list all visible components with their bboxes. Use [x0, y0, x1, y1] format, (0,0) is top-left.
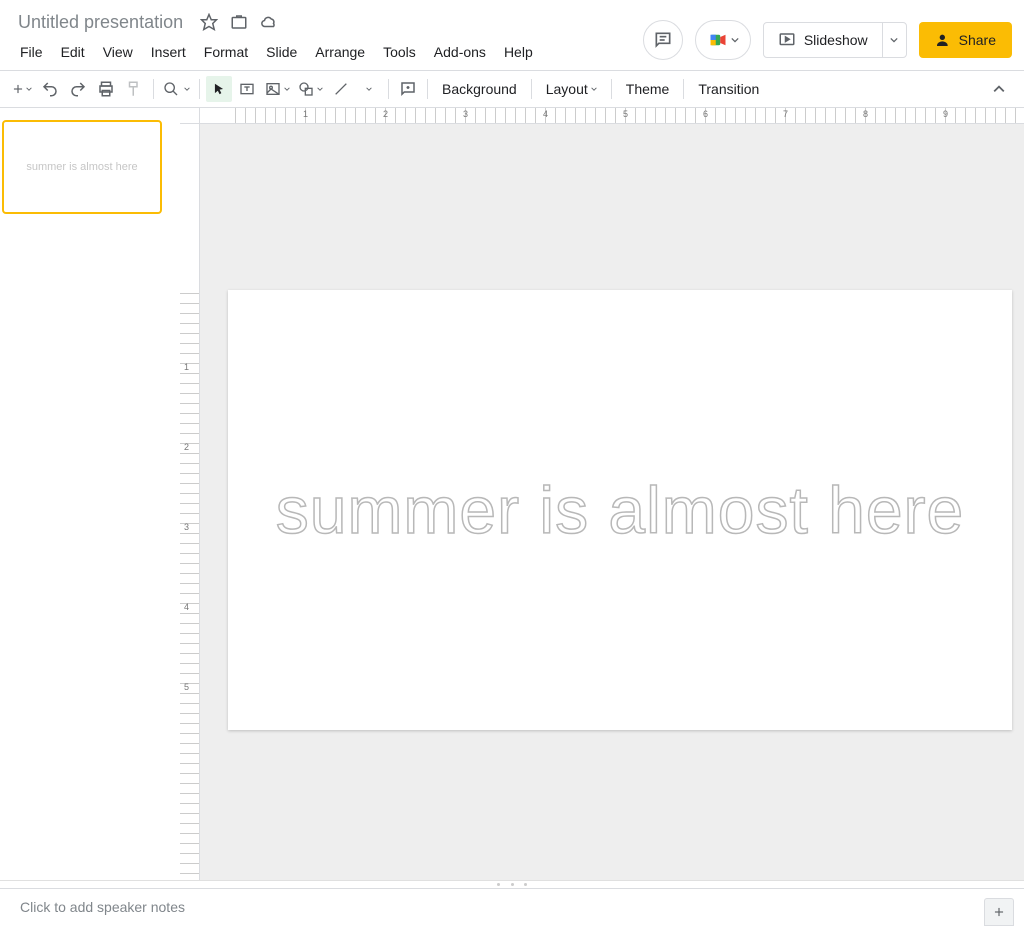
header: Untitled presentation File Edit View Ins…: [0, 0, 1024, 70]
toolbar-separator: [427, 79, 428, 99]
menu-file[interactable]: File: [12, 40, 51, 64]
theme-button[interactable]: Theme: [618, 81, 678, 97]
slideshow-button[interactable]: Slideshow: [764, 23, 882, 57]
comments-button[interactable]: [643, 20, 683, 60]
new-slide-button[interactable]: [8, 76, 35, 102]
toolbar-separator: [531, 79, 532, 99]
meet-button[interactable]: [695, 20, 751, 60]
collapse-toolbar-button[interactable]: [986, 76, 1012, 102]
ruler-h-number: 1: [303, 109, 308, 119]
menu-insert[interactable]: Insert: [143, 40, 194, 64]
menu-edit[interactable]: Edit: [53, 40, 93, 64]
menu-format[interactable]: Format: [196, 40, 256, 64]
header-right: Slideshow Share: [643, 8, 1012, 60]
header-left: Untitled presentation File Edit View Ins…: [12, 8, 541, 70]
toolbar-separator: [683, 79, 684, 99]
toolbar: Background Layout Theme Transition: [0, 70, 1024, 108]
move-icon[interactable]: [229, 12, 249, 32]
ruler-h-number: 8: [863, 109, 868, 119]
slide-thumbnail-1[interactable]: summer is almost here: [2, 120, 162, 214]
menu-arrange[interactable]: Arrange: [307, 40, 373, 64]
slide-canvas[interactable]: summer is almost here: [228, 290, 1012, 730]
star-icon[interactable]: [199, 12, 219, 32]
line-tool[interactable]: [328, 76, 354, 102]
toolbar-separator: [153, 79, 154, 99]
ruler-h-number: 7: [783, 109, 788, 119]
speaker-notes[interactable]: Click to add speaker notes: [0, 888, 1024, 932]
select-tool[interactable]: [206, 76, 232, 102]
undo-button[interactable]: [37, 76, 63, 102]
ruler-h-number: 9: [943, 109, 948, 119]
shape-tool[interactable]: [295, 76, 326, 102]
chevron-down-icon: [890, 36, 898, 44]
ruler-h-number: 5: [623, 109, 628, 119]
workspace: summer is almost here 1 2 3 4 5 6 7 8 9 …: [0, 108, 1024, 880]
cloud-status-icon[interactable]: [259, 12, 279, 32]
comment-tool[interactable]: [395, 76, 421, 102]
bottom-bar: [0, 932, 1024, 936]
filmstrip[interactable]: summer is almost here: [0, 108, 180, 880]
transition-button[interactable]: Transition: [690, 81, 767, 97]
toolbar-separator: [199, 79, 200, 99]
explore-button[interactable]: [984, 898, 1014, 926]
toolbar-separator: [611, 79, 612, 99]
image-tool[interactable]: [262, 76, 293, 102]
ruler-v-number: 4: [184, 602, 189, 612]
slide-area[interactable]: summer is almost here: [200, 124, 1024, 880]
background-button[interactable]: Background: [434, 81, 525, 97]
chevron-down-icon: [731, 36, 739, 44]
toolbar-separator: [388, 79, 389, 99]
slideshow-dropdown[interactable]: [882, 23, 906, 57]
notes-resize-handle[interactable]: [0, 880, 1024, 888]
canvas-body: 1 2 3 4 5 summer is almost here: [180, 124, 1024, 880]
ruler-h-number: 2: [383, 109, 388, 119]
ruler-h-number: 3: [463, 109, 468, 119]
ruler-v-number: 3: [184, 522, 189, 532]
ruler-v-number: 1: [184, 362, 189, 372]
ruler-vertical[interactable]: 1 2 3 4 5: [180, 124, 200, 880]
canvas-area: 1 2 3 4 5 6 7 8 9 1 2 3 4 5 summer is al…: [180, 108, 1024, 880]
share-label: Share: [959, 32, 996, 48]
menu-tools[interactable]: Tools: [375, 40, 424, 64]
ruler-horizontal[interactable]: 1 2 3 4 5 6 7 8 9: [200, 108, 1024, 124]
slide-title-text[interactable]: summer is almost here: [276, 472, 965, 548]
title-row: Untitled presentation: [12, 8, 541, 36]
slideshow-button-group: Slideshow: [763, 22, 907, 58]
textbox-tool[interactable]: [234, 76, 260, 102]
menu-bar: File Edit View Insert Format Slide Arran…: [12, 36, 541, 70]
menu-slide[interactable]: Slide: [258, 40, 305, 64]
notes-placeholder: Click to add speaker notes: [20, 899, 1004, 915]
person-add-icon: [935, 32, 951, 48]
menu-addons[interactable]: Add-ons: [426, 40, 494, 64]
thumbnail-text: summer is almost here: [26, 161, 137, 173]
line-dropdown[interactable]: [356, 76, 382, 102]
menu-help[interactable]: Help: [496, 40, 541, 64]
redo-button[interactable]: [65, 76, 91, 102]
layout-button[interactable]: Layout: [538, 81, 605, 97]
ruler-h-number: 6: [703, 109, 708, 119]
slideshow-label: Slideshow: [804, 32, 868, 48]
document-title[interactable]: Untitled presentation: [12, 10, 189, 35]
ruler-h-number: 4: [543, 109, 548, 119]
ruler-v-number: 5: [184, 682, 189, 692]
print-button[interactable]: [93, 76, 119, 102]
paint-format-button: [121, 76, 147, 102]
share-button[interactable]: Share: [919, 22, 1012, 58]
ruler-corner: [180, 108, 200, 124]
menu-view[interactable]: View: [95, 40, 141, 64]
present-icon: [778, 31, 796, 49]
zoom-button[interactable]: [160, 76, 193, 102]
ruler-v-number: 2: [184, 442, 189, 452]
layout-label: Layout: [546, 81, 588, 97]
